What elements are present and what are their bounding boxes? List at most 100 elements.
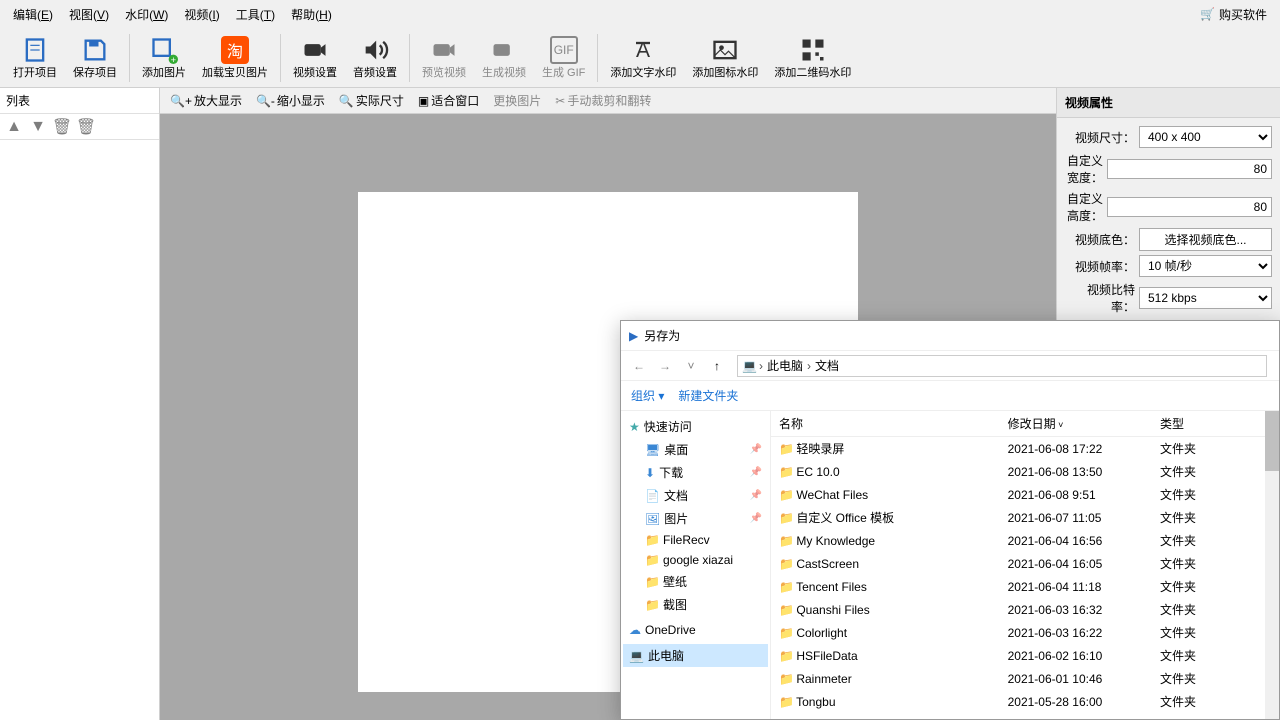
gen-video-button[interactable]: 生成视频 (474, 30, 534, 86)
folder-icon: 📁 (779, 672, 793, 686)
zoom-out-button[interactable]: 🔍-缩小显示 (250, 90, 331, 111)
document-icon: 📄 (645, 489, 660, 503)
folder-tree: ★快速访问 🖥桌面📌 ⬇下载📌 📄文档📌 🖼图片📌 📁FileRecv 📁goo… (621, 411, 771, 719)
move-up-button[interactable]: ▲ (2, 115, 26, 139)
tree-quick-access[interactable]: ★快速访问 (623, 415, 768, 438)
folder-icon: 📁 (645, 575, 659, 589)
video-size-select[interactable]: 400 x 400 (1139, 126, 1272, 148)
tree-screenshot[interactable]: 📁截图 (623, 593, 768, 616)
table-row[interactable]: 📁 自定义 Office 模板2021-06-07 11:05文件夹 (771, 506, 1279, 529)
col-name[interactable]: 名称 (771, 411, 1000, 437)
open-project-button[interactable]: 打开项目 (5, 30, 65, 86)
tree-thispc[interactable]: 💻此电脑 (623, 644, 768, 667)
fps-select[interactable]: 10 帧/秒 (1139, 255, 1272, 277)
taobao-icon: 淘 (221, 36, 249, 64)
add-image-watermark-button[interactable]: 添加图标水印 (684, 30, 766, 86)
table-row[interactable]: 📁 CastScreen2021-06-04 16:05文件夹 (771, 552, 1279, 575)
zoom-in-button[interactable]: 🔍+放大显示 (164, 90, 248, 111)
folder-icon: 📁 (779, 649, 793, 663)
replace-image-button[interactable]: 更换图片 (487, 90, 547, 111)
breadcrumb-thispc[interactable]: 此电脑 (765, 357, 805, 374)
main-toolbar: 打开项目 保存项目 +添加图片 淘加载宝贝图片 视频设置 音频设置 预览视频 生… (0, 28, 1280, 88)
pin-icon: 📌 (750, 444, 762, 455)
cloud-icon: ☁ (629, 623, 641, 637)
bitrate-select[interactable]: 512 kbps (1139, 287, 1272, 309)
menu-edit[interactable]: 编辑(E) (5, 2, 61, 27)
table-row[interactable]: 📁 Colorlight2021-06-03 16:22文件夹 (771, 621, 1279, 644)
vertical-scrollbar[interactable] (1265, 411, 1279, 719)
save-project-button[interactable]: 保存项目 (65, 30, 125, 86)
nav-forward-button[interactable]: → (653, 354, 677, 378)
table-row[interactable]: 📁 轻映录屏2021-06-08 17:22文件夹 (771, 437, 1279, 461)
table-row[interactable]: 📁 Tongbu2021-05-28 16:00文件夹 (771, 690, 1279, 713)
custom-width-input[interactable] (1107, 159, 1272, 179)
tree-downloads[interactable]: ⬇下载📌 (623, 461, 768, 484)
svg-text:+: + (171, 54, 176, 63)
file-list: 名称 修改日期 类型 📁 轻映录屏2021-06-08 17:22文件夹📁 EC… (771, 411, 1279, 719)
pc-icon: 💻 (629, 649, 644, 663)
breadcrumb-documents[interactable]: 文档 (813, 357, 841, 374)
folder-icon: 📁 (779, 442, 793, 456)
breadcrumb[interactable]: 💻 › 此电脑 › 文档 (737, 355, 1267, 377)
crop-icon: ✂ (555, 94, 565, 108)
add-text-watermark-button[interactable]: A添加文字水印 (602, 30, 684, 86)
actual-size-button[interactable]: 🔍实际尺寸 (333, 90, 410, 111)
load-taobao-button[interactable]: 淘加载宝贝图片 (194, 30, 276, 86)
actual-size-icon: 🔍 (339, 94, 354, 108)
table-row[interactable]: 📁 My Knowledge2021-06-04 16:56文件夹 (771, 529, 1279, 552)
download-icon: ⬇ (645, 466, 655, 480)
gen-video-icon (490, 36, 518, 64)
table-row[interactable]: 📁 WeChat Files2021-06-08 9:51文件夹 (771, 483, 1279, 506)
add-image-button[interactable]: +添加图片 (134, 30, 194, 86)
buy-label: 购买软件 (1219, 6, 1267, 23)
tree-pictures[interactable]: 🖼图片📌 (623, 507, 768, 530)
tree-desktop[interactable]: 🖥桌面📌 (623, 438, 768, 461)
video-settings-button[interactable]: 视频设置 (285, 30, 345, 86)
gen-gif-button[interactable]: GIF生成 GIF (534, 30, 593, 86)
delete-button[interactable]: 🗑 (50, 115, 74, 139)
qr-icon (799, 36, 827, 64)
custom-height-input[interactable] (1107, 197, 1272, 217)
image-list-panel: 列表 ▲ ▼ 🗑 🗑 (0, 88, 160, 720)
video-icon (301, 36, 329, 64)
table-row[interactable]: 📁 Quanshi Files2021-06-03 16:32文件夹 (771, 598, 1279, 621)
nav-back-button[interactable]: ← (627, 354, 651, 378)
fit-window-button[interactable]: ▣适合窗口 (412, 90, 485, 111)
menu-video[interactable]: 视频(I) (176, 2, 227, 27)
text-icon: A (629, 36, 657, 64)
nav-up-button[interactable]: ↑ (705, 354, 729, 378)
col-date[interactable]: 修改日期 (1000, 411, 1152, 437)
table-row[interactable]: 📁 EC 10.02021-06-08 13:50文件夹 (771, 460, 1279, 483)
document-icon (21, 36, 49, 64)
folder-icon: 📁 (779, 557, 793, 571)
menu-view[interactable]: 视图(V) (61, 2, 117, 27)
tree-google[interactable]: 📁google xiazai (623, 550, 768, 570)
dialog-title: 另存为 (644, 327, 680, 344)
buy-software-button[interactable]: 🛒 购买软件 (1192, 4, 1275, 25)
tree-onedrive[interactable]: ☁OneDrive (623, 620, 768, 640)
menu-tools[interactable]: 工具(T) (228, 2, 283, 27)
table-row[interactable]: 📁 HSFileData2021-06-02 16:10文件夹 (771, 644, 1279, 667)
preview-video-button[interactable]: 预览视频 (414, 30, 474, 86)
organize-menu[interactable]: 组织 ▾ (631, 387, 664, 404)
zoom-in-icon: 🔍+ (170, 94, 192, 108)
add-qr-watermark-button[interactable]: 添加二维码水印 (766, 30, 859, 86)
choose-bgcolor-button[interactable]: 选择视频底色... (1139, 228, 1272, 251)
new-folder-button[interactable]: 新建文件夹 (678, 387, 738, 404)
tree-wallpaper[interactable]: 📁壁纸 (623, 570, 768, 593)
crop-rotate-button[interactable]: ✂手动裁剪和翻转 (549, 90, 657, 111)
folder-icon: 📁 (779, 534, 793, 548)
menu-help[interactable]: 帮助(H) (283, 2, 340, 27)
tree-documents[interactable]: 📄文档📌 (623, 484, 768, 507)
tree-filerecv[interactable]: 📁FileRecv (623, 530, 768, 550)
clear-button[interactable]: 🗑 (74, 115, 98, 139)
table-row[interactable]: 📁 Rainmeter2021-06-01 10:46文件夹 (771, 667, 1279, 690)
folder-icon: 📁 (645, 598, 659, 612)
col-type[interactable]: 类型 (1152, 411, 1279, 437)
move-down-button[interactable]: ▼ (26, 115, 50, 139)
table-row[interactable]: 📁 Tencent Files2021-06-04 11:18文件夹 (771, 575, 1279, 598)
menu-watermark[interactable]: 水印(W) (117, 2, 176, 27)
nav-recent-button[interactable]: ˅ (679, 354, 703, 378)
audio-settings-button[interactable]: 音频设置 (345, 30, 405, 86)
zoom-out-icon: 🔍- (256, 94, 275, 108)
